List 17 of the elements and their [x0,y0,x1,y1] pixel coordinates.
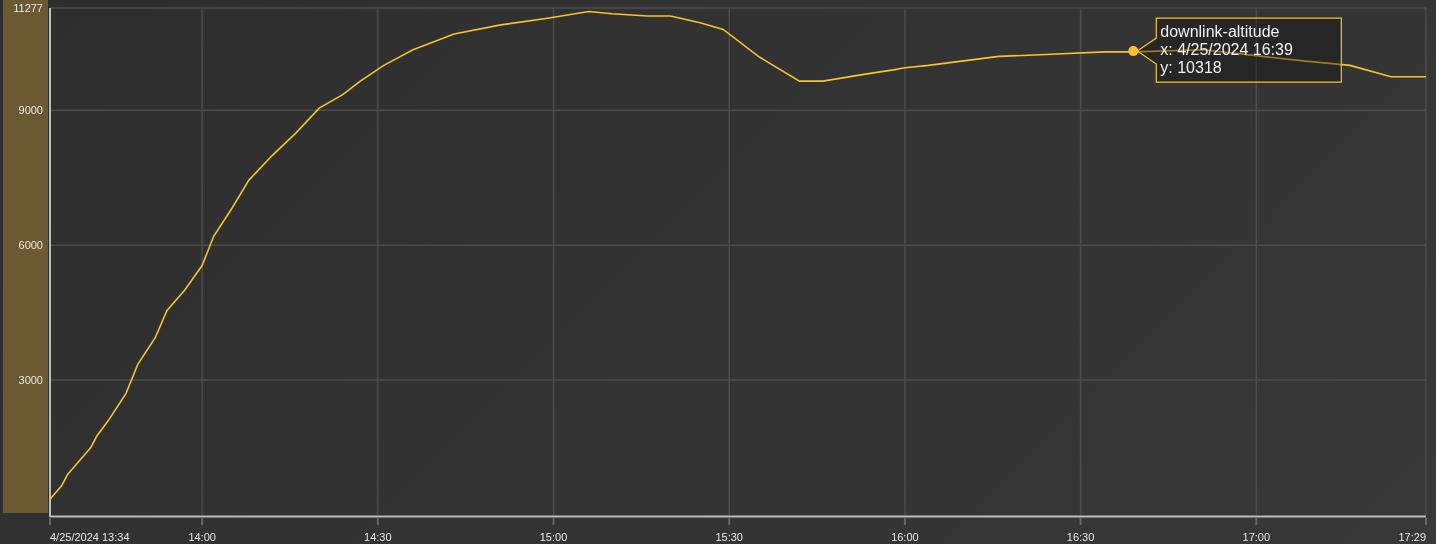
x-tick-label: 14:30 [364,531,392,543]
tooltip-title: downlink-altitude [1160,23,1280,41]
y-tick-label: 9000 [18,104,43,117]
hover-point [1128,46,1139,57]
x-tick-label: 15:00 [539,531,568,543]
y-tick-label: 6000 [18,239,43,252]
x-tick-label: 16:30 [1066,531,1095,543]
x-tick-label: 4/25/2024 13:34 [50,531,130,543]
y-tick-label: 3000 [18,374,43,387]
x-tick-label: 14:00 [188,531,216,543]
y-tick-label: 11277 [13,2,43,14]
tooltip-value: y: 10318 [1160,59,1222,77]
tooltip-value: x: 4/25/2024 16:39 [1160,41,1293,59]
x-tick-label: 15:30 [715,531,743,543]
x-tick-label: 16:00 [891,531,919,543]
x-tick-label: 17:29 [1398,531,1426,543]
x-tick-label: 17:00 [1242,531,1271,543]
